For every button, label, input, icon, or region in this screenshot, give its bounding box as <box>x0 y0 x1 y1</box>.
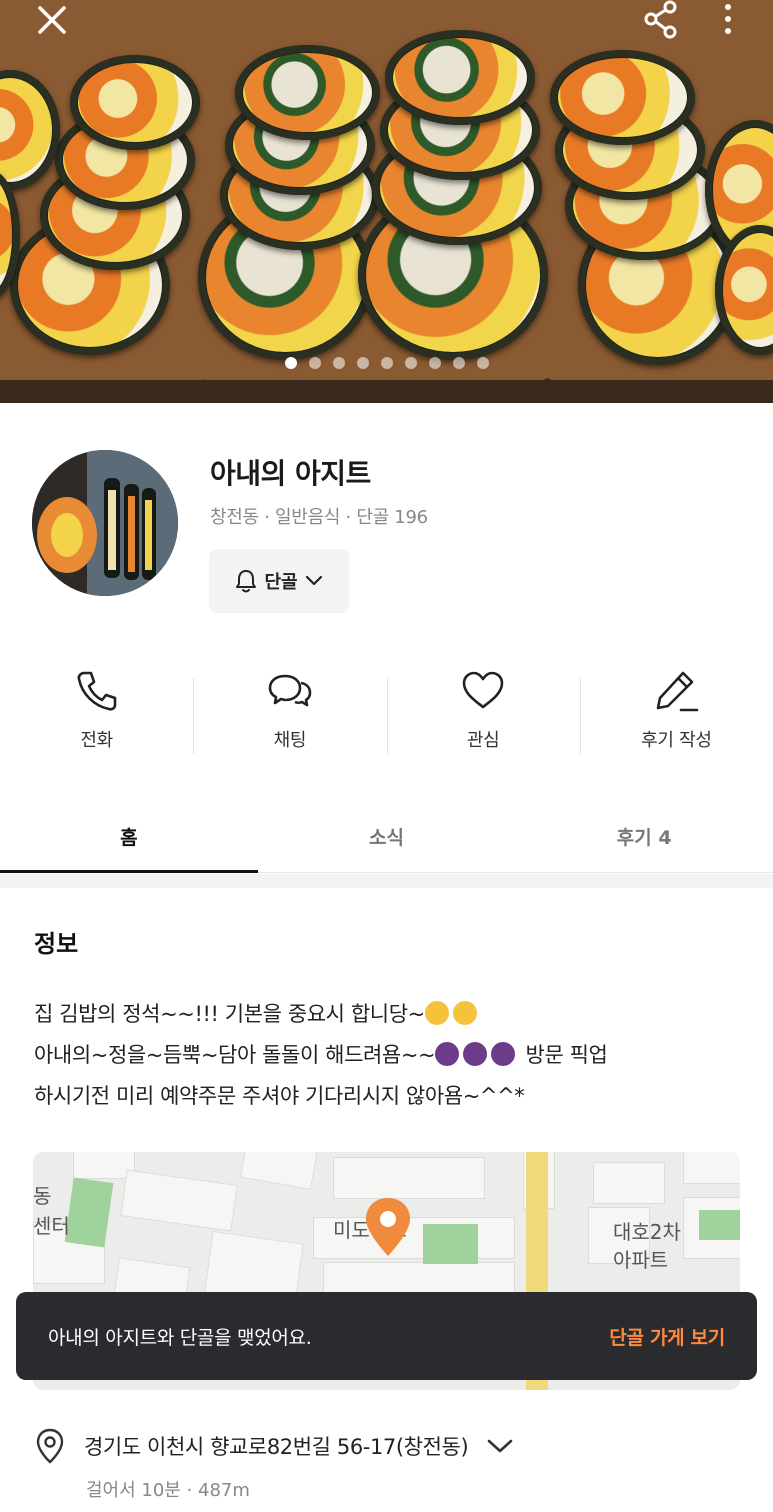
favorite-button[interactable]: 관심 <box>386 668 580 760</box>
description-text: 집 김밥의 정석~~!!! 기본을 중요시 합니당~ <box>34 1002 425 1026</box>
call-label: 전화 <box>80 730 113 751</box>
kimbap-thumbnail <box>32 450 178 596</box>
carousel-dot[interactable] <box>284 357 297 369</box>
hero-image-carousel[interactable] <box>0 0 773 403</box>
carousel-indicator <box>0 357 773 369</box>
description-line-3: 하시기전 미리 예약주문 주셔야 기다리시지 않아욤~^^* <box>34 1076 744 1117</box>
description-text: 아내의~정을~듬뿍~담아 돌돌이 해드려욤~~ <box>34 1043 436 1067</box>
hugging-face-emoji <box>424 1001 449 1025</box>
share-button[interactable] <box>632 0 688 40</box>
more-vertical-icon <box>725 4 731 34</box>
store-name: 아내의 아지트 <box>210 457 371 490</box>
tab-news[interactable]: 소식 <box>258 800 516 872</box>
carousel-dot[interactable] <box>404 357 417 369</box>
write-review-label: 후기 작성 <box>641 730 712 751</box>
tab-bar: 홈 소식 후기 4 <box>0 800 773 873</box>
bowing-person-emoji <box>435 1042 460 1066</box>
more-button[interactable] <box>704 0 752 40</box>
tab-home[interactable]: 홈 <box>0 800 258 873</box>
address-row[interactable]: 경기도 이천시 향교로82번길 56-17(창전동) <box>34 1428 514 1464</box>
carousel-dot[interactable] <box>380 357 393 369</box>
description-line-1: 집 김밥의 정석~~!!! 기본을 중요시 합니당~ <box>34 994 744 1035</box>
description-text: 하시기전 미리 예약주문 주셔야 기다리시지 않아욤~^^* <box>34 1084 525 1108</box>
bowing-person-emoji <box>463 1042 488 1066</box>
carousel-dot[interactable] <box>308 357 321 369</box>
store-description: 집 김밥의 정석~~!!! 기본을 중요시 합니당~ 아내의~정을~듬뿍~담아 … <box>34 994 744 1117</box>
chat-label: 채팅 <box>273 730 307 751</box>
close-button[interactable] <box>24 0 80 40</box>
carousel-dot[interactable] <box>452 357 465 369</box>
map-label: 센터 <box>33 1214 70 1238</box>
toast-message: 아내의 아지트와 단골을 맺었어요. <box>48 1326 312 1349</box>
chat-button[interactable]: 채팅 <box>193 668 386 760</box>
location-pin-icon <box>36 1428 64 1464</box>
tab-reviews[interactable]: 후기 4 <box>515 800 773 872</box>
call-button[interactable]: 전화 <box>0 668 193 760</box>
write-review-button[interactable]: 후기 작성 <box>579 668 773 760</box>
toast-notification: 아내의 아지트와 단골을 맺었어요. 단골 가게 보기 <box>16 1292 757 1380</box>
close-icon <box>38 6 66 34</box>
carousel-dot[interactable] <box>332 357 345 369</box>
view-regular-stores-link[interactable]: 단골 가게 보기 <box>609 1323 725 1350</box>
kimbap-slice <box>385 30 535 125</box>
kimbap-slice <box>70 55 200 150</box>
regular-customer-label: 단골 <box>264 572 298 593</box>
chat-icon <box>268 674 312 707</box>
action-bar: 전화 채팅 관심 후기 작성 <box>0 668 773 760</box>
carousel-dot[interactable] <box>356 357 369 369</box>
hugging-face-emoji <box>452 1001 477 1025</box>
info-section-title: 정보 <box>34 930 79 958</box>
description-line-2: 아내의~정을~듬뿍~담아 돌돌이 해드려욤~~ 방문 픽업 <box>34 1035 744 1076</box>
carousel-dot[interactable] <box>428 357 441 369</box>
pencil-icon <box>657 671 699 712</box>
description-text: 방문 픽업 <box>519 1043 608 1067</box>
kimbap-slice <box>235 45 380 140</box>
kimbap-slice <box>550 50 695 145</box>
bowing-person-emoji <box>491 1042 516 1066</box>
share-icon <box>644 0 677 39</box>
address-text: 경기도 이천시 향교로82번길 56-17(창전동) <box>84 1435 469 1459</box>
bell-icon <box>236 570 257 593</box>
map-label: 동 <box>33 1184 52 1208</box>
store-avatar[interactable] <box>32 450 178 596</box>
carousel-dot[interactable] <box>476 357 489 369</box>
phone-icon <box>77 671 116 711</box>
map-label: 대호2차 아파트 <box>613 1220 681 1272</box>
chevron-down-icon[interactable] <box>486 1437 514 1455</box>
heart-icon <box>462 671 504 709</box>
favorite-label: 관심 <box>466 730 500 751</box>
map-pin-icon <box>366 1198 410 1256</box>
regular-customer-button[interactable]: 단골 <box>209 549 349 613</box>
store-meta: 창전동 · 일반음식 · 단골 196 <box>210 507 428 528</box>
chevron-down-icon <box>305 575 322 586</box>
walking-distance: 걸어서 10분 · 487m <box>86 1480 250 1501</box>
section-divider <box>0 874 773 888</box>
